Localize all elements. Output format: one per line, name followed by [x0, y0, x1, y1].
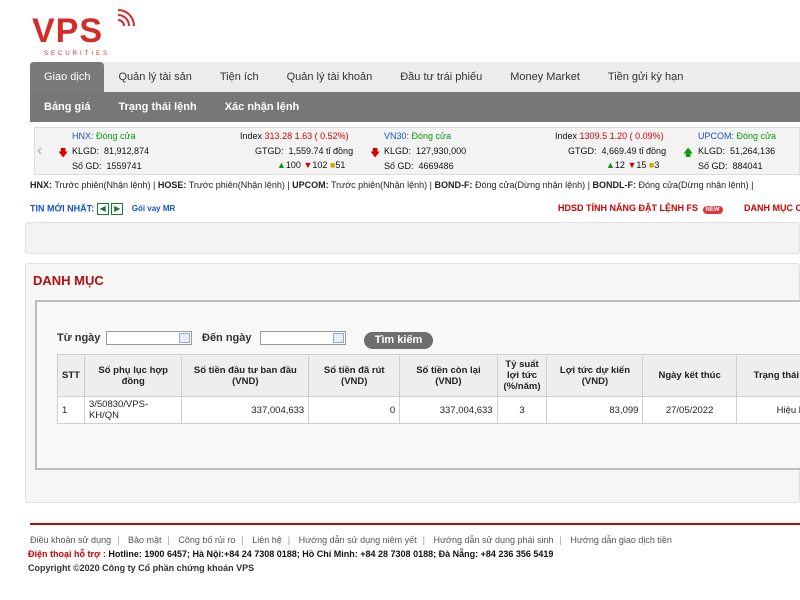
menu-item-tien-gui-ky-han[interactable]: Tiền gửi kỳ hạn	[594, 62, 697, 92]
footer: Điều khoản sử dụng | Bảo mật | Công bố rủi…	[0, 523, 800, 600]
danh-muc-link[interactable]: DANH MỤC C	[744, 203, 800, 213]
ticker-vn30-gtgd: GTGD: 4,669.49 tỉ đồng	[568, 146, 667, 156]
col-header: Tỷ suất lợi tức (%/năm)	[496, 354, 548, 397]
table-row[interactable]: 1 3/50830/VPS-KH/QN 337,004,633 0 337,00…	[57, 396, 800, 424]
footer-link-contact[interactable]: Liên hệ	[252, 535, 282, 545]
ticker-upcom-name: UPCOM: Đóng cửa	[698, 131, 777, 141]
footer-link-guide-listed[interactable]: Hướng dẫn sử dụng niêm yết	[299, 535, 417, 545]
from-date-input[interactable]	[106, 331, 192, 345]
signal-waves-icon	[117, 9, 135, 27]
cell-expected-interest: 83,099	[546, 396, 644, 424]
col-header: Lợi tức dự kiến (VND)	[546, 354, 644, 397]
col-header: Số tiền đã rút (VND)	[308, 354, 401, 397]
arrow-down-icon: 🡇	[58, 148, 69, 159]
cell-stt: 1	[57, 396, 85, 424]
submenu-item-xac-nhan-lenh[interactable]: Xác nhận lệnh	[211, 92, 314, 122]
from-date-label: Từ ngày	[57, 332, 101, 344]
to-date-input[interactable]	[260, 331, 346, 345]
ticker-vn30-index: Index 1309.5 1.20 ( 0.09%)	[555, 131, 664, 141]
footer-link-guide-derivatives[interactable]: Hướng dẫn sử dụng phái sinh	[434, 535, 554, 545]
hotline-label: Điện thoại hỗ trợ :	[28, 549, 106, 559]
table-header-row: STT Số phụ lục hợp đồng Số tiền đầu tư b…	[57, 354, 800, 397]
main-menu: Giao dịch Quản lý tài sản Tiện ích Quản …	[30, 62, 800, 92]
footer-link-terms[interactable]: Điều khoản sử dụng	[30, 535, 111, 545]
ticker-vn30-name: VN30: Đóng cửa	[384, 131, 452, 141]
ticker-hnx-index: Index 313.28 1.63 ( 0.52%)	[240, 131, 349, 141]
chevron-left-icon[interactable]: ‹	[37, 142, 42, 160]
footer-divider	[30, 523, 800, 525]
ticker-hnx-klgd: KLGD: 81,912,874	[72, 146, 150, 156]
cell-remaining: 337,004,633	[399, 396, 498, 424]
portfolio-table: STT Số phụ lục hợp đồng Số tiền đầu tư b…	[57, 354, 800, 424]
vps-logo[interactable]: VPS SECURITIES	[30, 4, 140, 60]
menu-item-tien-ich[interactable]: Tiện ích	[206, 62, 273, 92]
info-bar	[25, 222, 800, 254]
ticker-vn30-klgd: KLGD: 127,930,000	[384, 146, 467, 156]
ticker-upcom-klgd: KLGD: 51,264,136	[698, 146, 776, 156]
ticker-hnx-gtgd: GTGD: 1,559.74 tỉ đồng	[255, 146, 354, 156]
ticker-hnx-name: HNX: Đóng cửa	[72, 131, 136, 141]
hdsd-fs-link[interactable]: HDSD TÍNH NĂNG ĐẶT LỆNH FS NEW	[558, 203, 723, 214]
ticker-vn30-breadth: ▲12 ▼15 ■3	[606, 160, 660, 170]
arrow-down-icon: 🡇	[370, 148, 381, 159]
col-header: Số tiền còn lại (VND)	[399, 354, 498, 397]
news-prev-button[interactable]: ◀	[96, 203, 109, 215]
arrow-up-icon: 🡅	[683, 148, 694, 159]
footer-link-guide-cash[interactable]: Hướng dẫn giao dịch tiền	[570, 535, 672, 545]
col-header: Ngày kết thúc	[642, 354, 737, 397]
submenu-item-trang-thai-lenh[interactable]: Trạng thái lệnh	[104, 92, 210, 122]
footer-link-privacy[interactable]: Bảo mật	[128, 535, 162, 545]
ticker-vn30-sogd: Số GD: 4669486	[384, 161, 454, 171]
footer-links: Điều khoản sử dụng | Bảo mật | Công bố rủi…	[30, 535, 672, 545]
support-hotline: Điện thoại hỗ trợ : Hotline: 1900 6457; …	[28, 549, 553, 559]
hotline-text: Hotline: 1900 6457; Hà Nội:+84 24 7308 0…	[108, 549, 554, 559]
new-badge-icon: NEW	[702, 206, 723, 214]
menu-item-dau-tu-trai-phieu[interactable]: Đầu tư trái phiếu	[386, 62, 496, 92]
col-header: STT	[57, 354, 85, 397]
col-header: Số phụ lục hợp đồng	[83, 354, 183, 397]
logo-text: VPS	[32, 12, 104, 50]
news-next-button[interactable]: ▶	[111, 203, 124, 215]
cell-withdrawn: 0	[308, 396, 401, 424]
copyright: Copyright ©2020 Công ty Cổ phần chứng kh…	[28, 563, 255, 573]
logo-subtext: SECURITIES	[44, 51, 111, 57]
menu-item-quan-ly-tai-khoan[interactable]: Quản lý tài khoản	[273, 62, 387, 92]
cell-end-date: 27/05/2022	[642, 396, 737, 424]
sub-menu: Bảng giá Trạng thái lệnh Xác nhận lệnh	[30, 92, 800, 122]
col-header: Trạng thái	[735, 354, 800, 397]
cell-rate: 3	[496, 396, 548, 424]
cell-initial-amount: 337,004,633	[181, 396, 310, 424]
menu-item-money-market[interactable]: Money Market	[496, 62, 594, 92]
ticker-upcom-sogd: Số GD: 884041	[698, 161, 763, 171]
cell-contract-no: 3/50830/VPS-KH/QN	[83, 396, 183, 424]
calendar-icon[interactable]	[179, 333, 190, 343]
calendar-icon[interactable]	[333, 333, 344, 343]
news-item-link[interactable]: Gói vay MR	[132, 204, 176, 213]
ticker-hnx-breadth: ▲100 ▼102 ■51	[277, 160, 346, 170]
news-label: TIN MỚI NHẤT:	[30, 203, 95, 214]
submenu-item-bang-gia[interactable]: Bảng giá	[30, 92, 104, 122]
to-date-label: Đến ngày	[202, 332, 252, 344]
menu-item-quan-ly-tai-san[interactable]: Quản lý tài sản	[104, 62, 205, 92]
market-status-bar: HNX: Trước phiên(Nhận lệnh) | HOSE: Trướ…	[30, 180, 754, 190]
col-header: Số tiền đầu tư ban đầu (VND)	[181, 354, 310, 397]
panel-title: DANH MỤC	[33, 273, 104, 288]
footer-link-risk[interactable]: Công bố rủi ro	[178, 535, 235, 545]
ticker-hnx-sogd: Số GD: 1559741	[72, 161, 142, 171]
news-bar: TIN MỚI NHẤT: ◀ ▶ Gói vay MR HDSD TÍNH N…	[30, 203, 800, 215]
menu-item-giao-dich[interactable]: Giao dịch	[30, 62, 105, 92]
search-button[interactable]: Tìm kiếm	[364, 332, 433, 349]
cell-status: Hiệu lực	[735, 396, 800, 424]
